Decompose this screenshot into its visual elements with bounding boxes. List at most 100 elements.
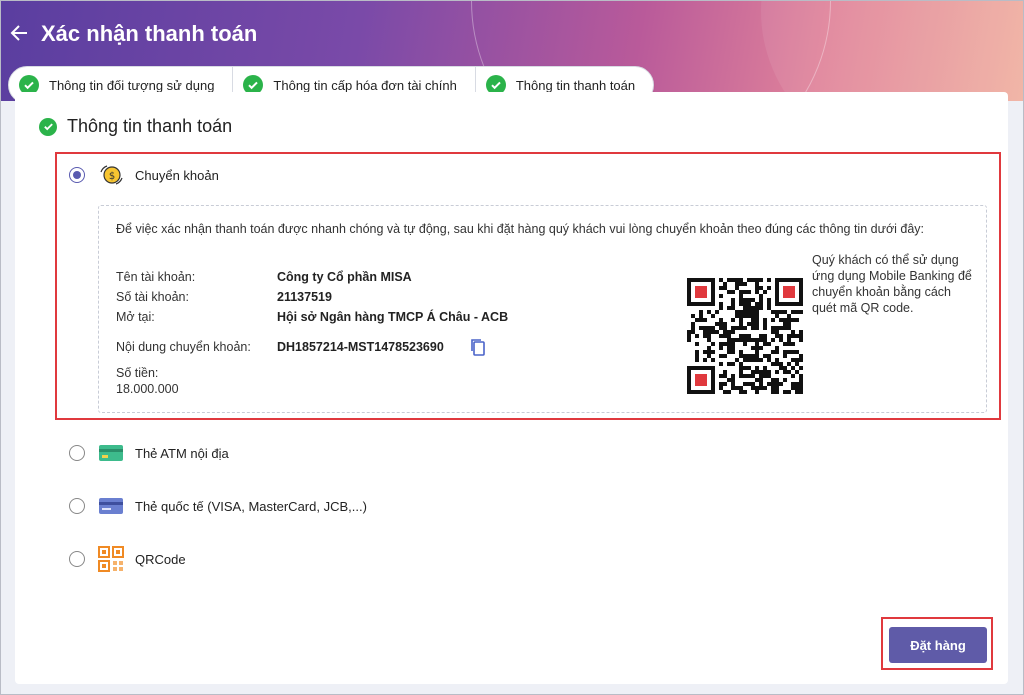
order-button[interactable]: Đặt hàng <box>889 627 987 663</box>
radio-qrcode[interactable] <box>69 551 85 567</box>
qr-module <box>755 342 759 346</box>
qr-module <box>783 354 787 358</box>
qr-module <box>743 306 747 310</box>
qr-module <box>735 282 739 286</box>
qr-module <box>779 338 783 342</box>
qr-module <box>767 382 771 386</box>
qr-module <box>731 382 735 386</box>
qr-module <box>711 342 715 346</box>
qr-module <box>779 362 783 366</box>
qr-module <box>711 286 715 290</box>
qr-module <box>727 350 731 354</box>
qr-module <box>703 290 707 294</box>
qr-module <box>795 350 799 354</box>
qr-module <box>763 366 767 370</box>
qr-module <box>687 290 691 294</box>
qr-module <box>779 366 783 370</box>
qr-module <box>791 382 795 386</box>
qr-module <box>711 366 715 370</box>
qr-module <box>687 374 691 378</box>
qr-module <box>727 390 731 394</box>
qr-module <box>751 374 755 378</box>
qr-module <box>703 374 707 378</box>
qr-module <box>723 370 727 374</box>
qr-module <box>747 354 751 358</box>
radio-bank-transfer[interactable] <box>69 167 85 183</box>
qr-module <box>799 334 803 338</box>
radio-atm-card[interactable] <box>69 445 85 461</box>
radio-international-card[interactable] <box>69 498 85 514</box>
qr-module <box>767 354 771 358</box>
qr-module <box>731 346 735 350</box>
qr-module <box>783 326 787 330</box>
qr-module <box>791 286 795 290</box>
qr-module <box>699 326 703 330</box>
qr-module <box>707 310 711 314</box>
qr-module <box>743 334 747 338</box>
qr-module <box>775 294 779 298</box>
qr-module <box>791 366 795 370</box>
qr-module <box>759 302 763 306</box>
qr-module <box>703 330 707 334</box>
qr-module <box>735 386 739 390</box>
qr-module <box>799 282 803 286</box>
qr-module <box>695 302 699 306</box>
qr-module <box>727 330 731 334</box>
qr-module <box>731 290 735 294</box>
qr-module <box>779 310 783 314</box>
qr-module <box>787 286 791 290</box>
qr-module <box>775 378 779 382</box>
qr-module <box>711 290 715 294</box>
option-bank-transfer[interactable]: $ Chuyển khoản <box>69 164 219 186</box>
qr-module <box>739 278 743 282</box>
transfer-content-value: DH1857214-MST1478523690 <box>277 340 444 354</box>
qr-module <box>771 386 775 390</box>
qr-code-image <box>687 278 803 394</box>
qr-module <box>787 362 791 366</box>
qr-module <box>799 382 803 386</box>
qr-module <box>791 350 795 354</box>
qr-module <box>763 334 767 338</box>
qr-module <box>715 322 719 326</box>
account-name-value: Công ty Cổ phần MISA <box>277 270 412 284</box>
qr-module <box>719 354 723 358</box>
qr-module <box>731 386 735 390</box>
qr-module <box>751 306 755 310</box>
back-arrow-icon[interactable] <box>9 23 33 47</box>
copy-icon[interactable] <box>470 338 486 356</box>
qr-module <box>711 294 715 298</box>
qr-module <box>779 302 783 306</box>
qr-module <box>775 314 779 318</box>
option-atm-card[interactable]: Thẻ ATM nội địa <box>69 442 229 464</box>
option-qrcode[interactable]: QRCode <box>69 546 186 572</box>
qr-module <box>723 382 727 386</box>
qr-module <box>755 314 759 318</box>
qr-module <box>719 318 723 322</box>
qr-module <box>799 298 803 302</box>
qr-module <box>727 378 731 382</box>
option-international-card[interactable]: Thẻ quốc tế (VISA, MasterCard, JCB,...) <box>69 495 367 517</box>
qr-module <box>695 318 699 322</box>
qr-module <box>795 278 799 282</box>
qr-module <box>711 382 715 386</box>
qr-module <box>743 358 747 362</box>
qr-module <box>755 370 759 374</box>
qr-module <box>795 334 799 338</box>
qr-module <box>703 350 707 354</box>
qr-module <box>783 302 787 306</box>
step-label: Thông tin thanh toán <box>515 77 636 93</box>
qr-module <box>719 302 723 306</box>
qr-module <box>771 326 775 330</box>
qr-module <box>739 318 743 322</box>
qr-module <box>695 354 699 358</box>
qr-module <box>775 382 779 386</box>
transfer-content-label: Nội dung chuyển khoản: <box>116 340 251 354</box>
svg-text:$: $ <box>109 171 115 182</box>
qr-module <box>731 278 735 282</box>
qr-module <box>691 330 695 334</box>
qr-module <box>747 382 751 386</box>
qr-module <box>747 290 751 294</box>
qr-module <box>743 390 747 394</box>
qr-module <box>755 278 759 282</box>
qr-module <box>799 378 803 382</box>
